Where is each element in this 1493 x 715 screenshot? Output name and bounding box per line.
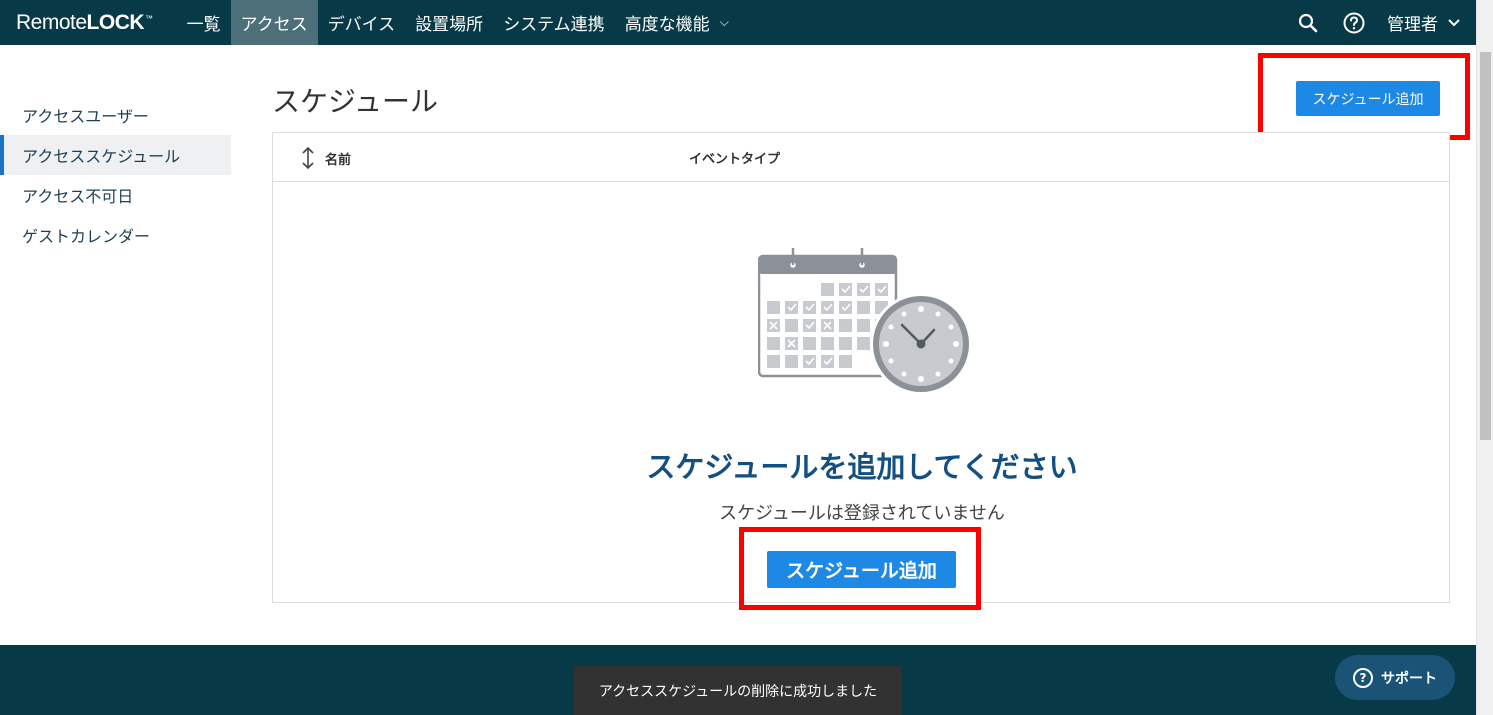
calendar-clock-icon	[757, 246, 974, 400]
column-header-name[interactable]: 名前	[325, 149, 351, 168]
nav-item-label: 高度な機能	[624, 15, 710, 35]
main-nav: 一覧 アクセス デバイス 設置場所 システム連携 高度な機能 ⌵	[177, 0, 739, 45]
toast-message: アクセススケジュールの削除に成功しました	[598, 683, 878, 700]
search-icon[interactable]	[1291, 6, 1325, 40]
user-menu[interactable]: 管理者	[1387, 10, 1460, 35]
nav-item-label: 一覧	[186, 15, 221, 35]
schedule-table: 名前 イベントタイプ スケジュールを追加してください スケジュールは登録されてい…	[272, 132, 1450, 603]
brand-name-remote: Remote	[16, 10, 87, 34]
nav-item-integrations[interactable]: システム連携	[493, 0, 615, 45]
nav-item-label: 設置場所	[415, 15, 484, 35]
column-header-event-type: イベントタイプ	[689, 152, 781, 167]
sidebar-item-label: アクセス不可日	[22, 187, 134, 206]
scrollbar-thumb[interactable]	[1480, 52, 1491, 440]
sidebar-item-access-schedules[interactable]: アクセススケジュール	[0, 135, 231, 175]
nav-item-label: デバイス	[327, 15, 396, 35]
support-label: サポート	[1381, 670, 1437, 687]
sidebar-item-guest-calendar[interactable]: ゲストカレンダー	[0, 215, 231, 255]
nav-item-advanced[interactable]: 高度な機能 ⌵	[615, 0, 739, 45]
nav-item-label: システム連携	[503, 15, 605, 35]
brand-trademark: ™	[145, 14, 153, 23]
sidebar-item-label: アクセスユーザー	[22, 107, 149, 126]
brand-logo[interactable]: Remote LOCK ™	[0, 0, 177, 45]
add-schedule-button[interactable]: スケジュール追加	[1296, 81, 1440, 116]
chevron-down-icon	[1448, 16, 1460, 30]
empty-state-subtitle: スケジュールは登録されていません	[719, 503, 1005, 524]
page-scrollbar[interactable]	[1476, 0, 1493, 715]
nav-item-label: アクセス	[240, 15, 308, 35]
sidebar-item-unavailable-days[interactable]: アクセス不可日	[0, 175, 231, 215]
sidebar: アクセスユーザー アクセススケジュール アクセス不可日 ゲストカレンダー	[0, 95, 231, 255]
help-icon: ?	[1353, 667, 1373, 688]
nav-item-locations[interactable]: 設置場所	[405, 0, 493, 45]
sort-icon[interactable]	[301, 146, 315, 173]
toast-notification: アクセススケジュールの削除に成功しました	[574, 666, 902, 715]
empty-state-title: スケジュールを追加してください	[646, 450, 1078, 484]
support-button[interactable]: ? サポート	[1335, 655, 1455, 700]
empty-state-add-schedule-button[interactable]: スケジュール追加	[767, 551, 956, 588]
nav-item-devices[interactable]: デバイス	[318, 0, 406, 45]
nav-item-access[interactable]: アクセス	[230, 0, 318, 45]
sidebar-item-label: ゲストカレンダー	[22, 227, 151, 246]
sidebar-item-label: アクセススケジュール	[22, 147, 181, 166]
table-header: 名前 イベントタイプ	[273, 133, 1449, 182]
top-navbar: Remote LOCK ™ 一覧 アクセス デバイス 設置場所 システム連携 高度な…	[0, 0, 1476, 45]
sidebar-item-access-users[interactable]: アクセスユーザー	[0, 95, 231, 135]
help-icon[interactable]	[1337, 6, 1371, 40]
nav-right: 管理者	[1285, 0, 1476, 45]
user-menu-label: 管理者	[1387, 15, 1438, 35]
chevron-down-icon: ⌵	[719, 15, 729, 29]
nav-item-overview[interactable]: 一覧	[177, 0, 231, 45]
page-title: スケジュール	[272, 85, 439, 118]
brand-name-lock: LOCK	[86, 10, 145, 34]
